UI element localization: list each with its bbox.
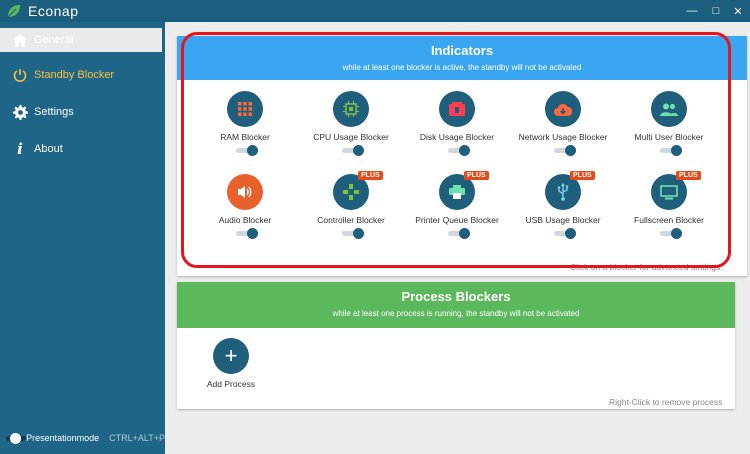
fullscreen-blocker[interactable]: PLUS Fullscreen Blocker	[614, 171, 724, 244]
blocker-label: Controller Blocker	[317, 215, 385, 225]
controller-blocker[interactable]: PLUS Controller Blocker	[296, 171, 406, 244]
blocker-label: Network Usage Blocker	[518, 132, 608, 142]
add-process-label: Add Process	[206, 379, 256, 389]
sidebar: General Standby Blocker Settings i About…	[0, 22, 165, 454]
cpu-usage-blocker-toggle[interactable]	[342, 145, 364, 156]
app-window: Econap — □ ✕ General Standby Blocker Set…	[0, 0, 750, 454]
printer-queue-blocker[interactable]: PLUS Printer Queue Blocker	[402, 171, 512, 244]
sidebar-item-label: General	[34, 34, 74, 46]
network-usage-blocker[interactable]: Network Usage Blocker	[508, 91, 618, 161]
blocker-label: USB Usage Blocker	[525, 215, 601, 225]
minimize-icon: —	[686, 5, 698, 17]
maximize-button[interactable]: □	[705, 0, 727, 22]
blocker-label: Printer Queue Blocker	[415, 215, 499, 225]
network-usage-blocker-toggle[interactable]	[554, 145, 576, 156]
process-blockers-header: Process Blockers while at least one proc…	[177, 282, 735, 328]
title-bar: Econap — □ ✕	[0, 0, 750, 22]
indicators-title: Indicators	[430, 43, 494, 58]
gear-icon	[12, 104, 28, 120]
ram-blocker[interactable]: RAM Blocker	[190, 91, 300, 161]
info-icon: i	[17, 140, 23, 158]
leaf-logo-icon	[7, 5, 20, 18]
process-blockers-subtitle: while at least one process is running, t…	[332, 309, 580, 318]
presentation-mode-label: Presentationmode	[26, 433, 100, 443]
indicators-subtitle: while at least one blocker is active, th…	[342, 63, 582, 72]
ram-blocker-toggle[interactable]	[236, 145, 258, 156]
blocker-label: CPU Usage Blocker	[313, 132, 389, 142]
blocker-label: Disk Usage Blocker	[419, 132, 495, 142]
audio-blocker-toggle[interactable]	[236, 228, 258, 239]
process-blockers-title: Process Blockers	[401, 289, 511, 304]
controller-blocker-toggle[interactable]	[342, 228, 364, 239]
indicators-card: Indicators while at least one blocker is…	[177, 36, 747, 276]
fullscreen-blocker-toggle[interactable]	[660, 228, 682, 239]
disk-usage-blocker[interactable]: Disk Usage Blocker	[402, 91, 512, 161]
process-blockers-card: Process Blockers while at least one proc…	[177, 282, 735, 409]
sidebar-item-settings[interactable]: Settings	[0, 100, 162, 124]
cpu-chip-icon	[333, 91, 369, 127]
multi-user-blocker-toggle[interactable]	[660, 145, 682, 156]
blocker-label: Audio Blocker	[218, 215, 272, 225]
add-process-button[interactable]: +	[213, 338, 249, 374]
usb-usage-blocker-toggle[interactable]	[554, 228, 576, 239]
app-title: Econap	[28, 3, 79, 19]
indicators-header: Indicators while at least one blocker is…	[177, 36, 747, 80]
minimize-button[interactable]: —	[681, 0, 703, 22]
plus-badge: PLUS	[464, 171, 489, 180]
audio-blocker[interactable]: Audio Blocker	[190, 174, 300, 244]
cloud-download-icon	[545, 91, 581, 127]
home-icon	[12, 32, 28, 48]
speaker-icon	[227, 174, 263, 210]
plus-badge: PLUS	[570, 171, 595, 180]
sidebar-item-about[interactable]: i About	[0, 137, 162, 161]
blocker-label: Multi User Blocker	[634, 132, 704, 142]
sidebar-item-label: About	[34, 143, 63, 155]
sidebar-item-standby-blocker[interactable]: Standby Blocker	[0, 63, 162, 87]
plus-icon: +	[224, 343, 238, 368]
blocker-label: Fullscreen Blocker	[634, 215, 704, 225]
close-button[interactable]: ✕	[727, 0, 749, 22]
multi-user-blocker[interactable]: Multi User Blocker	[614, 91, 724, 161]
plus-badge: PLUS	[358, 171, 383, 180]
power-icon	[12, 67, 28, 83]
blocker-label: RAM Blocker	[220, 132, 270, 142]
plus-badge: PLUS	[676, 171, 701, 180]
printer-queue-blocker-toggle[interactable]	[448, 228, 470, 239]
cpu-usage-blocker[interactable]: CPU Usage Blocker	[296, 91, 406, 161]
sidebar-item-general[interactable]: General	[0, 28, 162, 52]
presentation-mode: Presentationmode CTRL+ALT+P	[0, 430, 165, 446]
close-icon: ✕	[733, 5, 743, 18]
maximize-icon: □	[712, 5, 720, 17]
sidebar-item-label: Settings	[34, 106, 74, 118]
presentation-mode-shortcut: CTRL+ALT+P	[109, 433, 165, 443]
sidebar-item-label: Standby Blocker	[34, 69, 115, 81]
usb-usage-blocker[interactable]: PLUS USB Usage Blocker	[508, 171, 618, 244]
indicators-hint: Click on a blocker for advanced settings…	[570, 262, 723, 272]
ram-grid-icon	[227, 91, 263, 127]
disk-usage-blocker-toggle[interactable]	[448, 145, 470, 156]
main-content: Indicators while at least one blocker is…	[165, 22, 750, 454]
process-blockers-hint: Right-Click to remove process	[609, 397, 723, 407]
disk-icon	[439, 91, 475, 127]
presentation-mode-toggle[interactable]	[6, 432, 26, 444]
users-icon	[651, 91, 687, 127]
